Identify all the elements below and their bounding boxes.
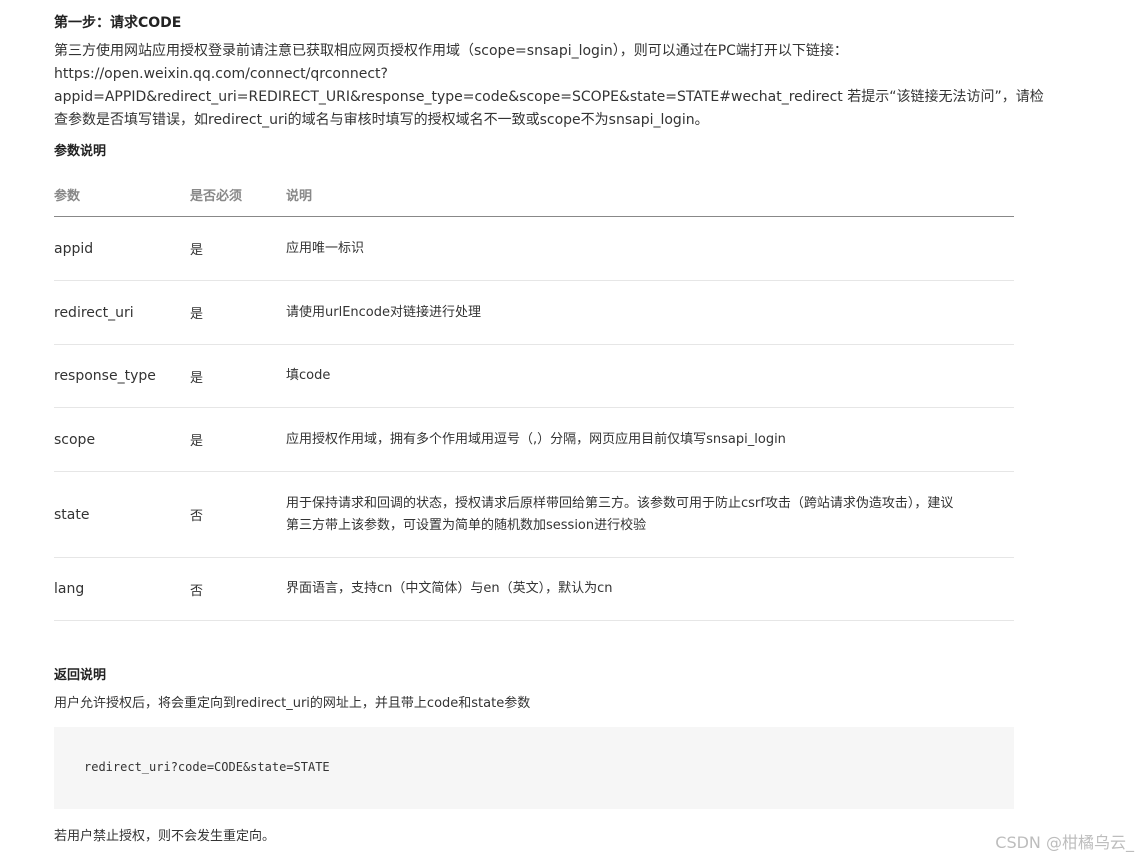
param-name: scope (54, 407, 190, 472)
param-desc: 用于保持请求和回调的状态，授权请求后原样带回给第三方。该参数可用于防止csrf攻… (286, 471, 1014, 558)
intro-line: 第三方使用网站应用授权登录前请注意已获取相应网页授权作用域（scope=snsa… (54, 43, 848, 59)
param-desc-line: 第三方带上该参数，可设置为简单的随机数加session进行校验 (286, 517, 647, 533)
param-desc: 请使用urlEncode对链接进行处理 (286, 280, 1014, 345)
step-title: 第一步：请求CODE (54, 15, 182, 31)
watermark: CSDN @柑橘乌云_ (995, 833, 1134, 852)
header-required: 是否必须 (190, 172, 286, 217)
code-block: redirect_uri?code=CODE&state=STATE (54, 727, 1014, 809)
param-desc: 应用授权作用域，拥有多个作用域用逗号（,）分隔，网页应用目前仅填写snsapi_… (286, 407, 1014, 472)
param-desc: 应用唯一标识 (286, 216, 1014, 281)
return-description: 用户允许授权后，将会重定向到redirect_uri的网址上，并且带上code和… (54, 696, 531, 711)
header-description: 说明 (286, 172, 1014, 217)
header-param: 参数 (54, 172, 190, 217)
param-name: redirect_uri (54, 280, 190, 345)
table-row: scope 是 应用授权作用域，拥有多个作用域用逗号（,）分隔，网页应用目前仅填… (54, 407, 1014, 472)
params-title: 参数说明 (54, 144, 107, 159)
param-name: lang (54, 557, 190, 621)
table-row: state 否 用于保持请求和回调的状态，授权请求后原样带回给第三方。该参数可用… (54, 471, 1014, 558)
intro-line: 查参数是否填写错误，如redirect_uri的域名与审核时填写的授权域名不一致… (54, 112, 709, 128)
param-desc-line: 请使用urlEncode对链接进行处理 (286, 304, 482, 320)
table-row: appid 是 应用唯一标识 (54, 216, 1014, 281)
table-row: redirect_uri 是 请使用urlEncode对链接进行处理 (54, 280, 1014, 345)
param-required: 是 (190, 280, 286, 345)
intro-line: appid=APPID&redirect_uri=REDIRECT_URI&re… (54, 89, 1044, 105)
table-row: lang 否 界面语言，支持cn（中文简体）与en（英文），默认为cn (54, 557, 1014, 621)
param-desc-line: 填code (286, 368, 331, 383)
param-required: 否 (190, 471, 286, 558)
param-desc-line: 用于保持请求和回调的状态，授权请求后原样带回给第三方。该参数可用于防止csrf攻… (286, 495, 954, 511)
param-name: response_type (54, 344, 190, 408)
return-title: 返回说明 (54, 668, 107, 683)
param-required: 是 (190, 344, 286, 408)
deny-note: 若用户禁止授权，则不会发生重定向。 (54, 829, 276, 844)
param-name: appid (54, 216, 190, 281)
param-required: 是 (190, 216, 286, 281)
param-desc-line: 界面语言，支持cn（中文简体）与en（英文），默认为cn (286, 581, 613, 596)
code-snippet: redirect_uri?code=CODE&state=STATE (84, 760, 330, 774)
table-row: response_type 是 填code (54, 344, 1014, 408)
params-table: 参数 是否必须 说明 appid 是 应用唯一标识 redirect_uri 是… (54, 172, 1014, 621)
intro-line: https://open.weixin.qq.com/connect/qrcon… (54, 66, 388, 82)
param-desc: 界面语言，支持cn（中文简体）与en（英文），默认为cn (286, 557, 1014, 621)
param-required: 是 (190, 407, 286, 472)
intro-paragraph: 第三方使用网站应用授权登录前请注意已获取相应网页授权作用域（scope=snsa… (54, 40, 1044, 132)
param-desc-line: 应用唯一标识 (286, 240, 365, 256)
param-desc-line: 应用授权作用域，拥有多个作用域用逗号（,）分隔，网页应用目前仅填写snsapi_… (286, 431, 786, 447)
param-required: 否 (190, 557, 286, 621)
table-header-row: 参数 是否必须 说明 (54, 172, 1014, 217)
param-name: state (54, 471, 190, 558)
param-desc: 填code (286, 344, 1014, 408)
